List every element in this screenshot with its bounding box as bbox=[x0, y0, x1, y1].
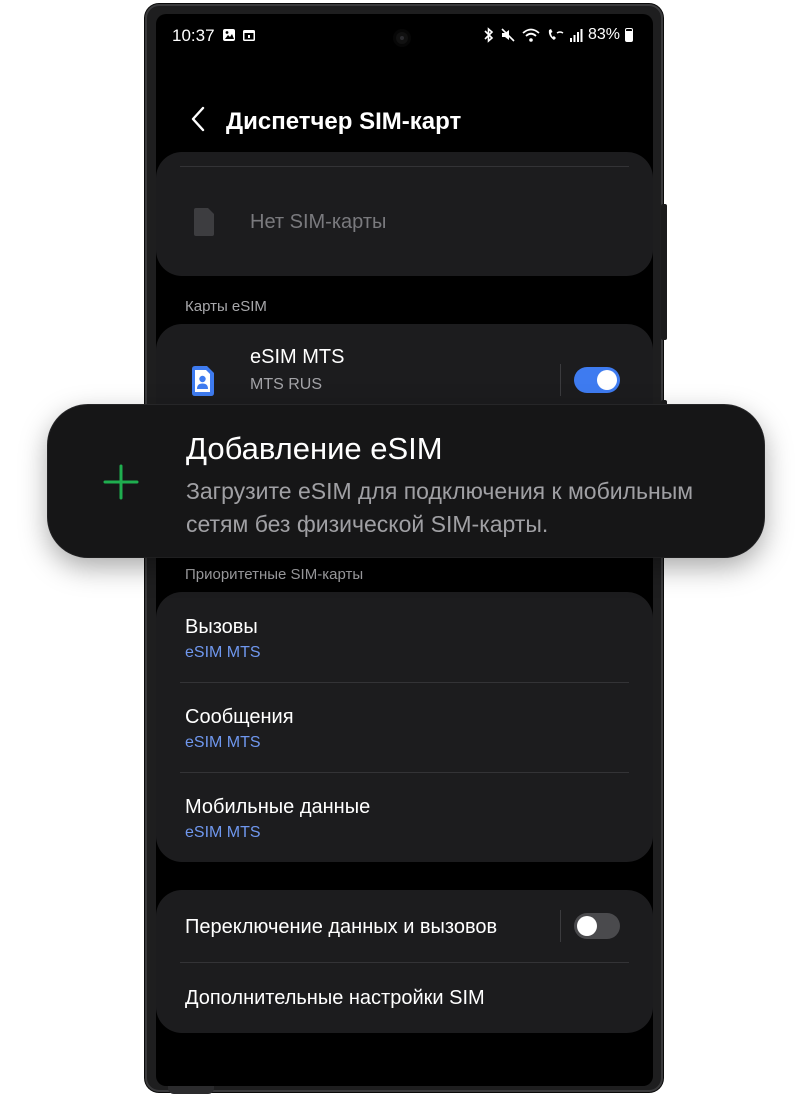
add-esim-popup[interactable]: Добавление eSIM Загрузите eSIM для подкл… bbox=[48, 405, 764, 557]
battery-percent: 83% bbox=[587, 26, 620, 43]
wifi-calling-icon bbox=[548, 29, 564, 40]
priority-section-label: Приоритетные SIM-карты bbox=[185, 566, 364, 583]
signal-icon bbox=[569, 29, 583, 42]
front-camera bbox=[396, 32, 408, 44]
priority-row-title: Вызовы bbox=[185, 616, 258, 638]
wifi-icon bbox=[522, 28, 540, 42]
status-time: 10:37 bbox=[172, 26, 215, 45]
add-esim-description: Загрузите eSIM для подключения к мобильн… bbox=[186, 478, 694, 537]
page-title: Диспетчер SIM-карт bbox=[226, 108, 462, 135]
more-settings-row[interactable]: Дополнительные настройки SIM bbox=[156, 963, 653, 1033]
divider bbox=[180, 166, 629, 167]
back-arrow-icon[interactable] bbox=[184, 104, 214, 134]
battery-icon bbox=[625, 28, 633, 42]
plus-icon bbox=[103, 464, 139, 500]
priority-row-title: Сообщения bbox=[185, 706, 294, 728]
gallery-icon bbox=[223, 29, 235, 41]
mute-icon bbox=[501, 28, 515, 42]
sim-slot-label: Нет SIM-карты bbox=[250, 211, 387, 233]
phone-bottom-edge bbox=[168, 1086, 214, 1094]
data-switch-label: Переключение данных и вызовов bbox=[185, 916, 498, 938]
status-bar: 10:37 83% bbox=[156, 14, 653, 58]
esim-name: eSIM MTS bbox=[250, 346, 345, 368]
app-header: Диспетчер SIM-карт bbox=[156, 96, 653, 146]
priority-row-value: eSIM MTS bbox=[185, 644, 261, 661]
priority-row-value: eSIM MTS bbox=[185, 734, 261, 751]
sim-card-icon bbox=[194, 208, 214, 236]
priority-row-messages[interactable]: Сообщения eSIM MTS bbox=[156, 683, 653, 772]
status-right: 83% bbox=[483, 26, 633, 44]
esim-toggle[interactable] bbox=[574, 367, 620, 393]
extra-settings-card: Переключение данных и вызовов Дополнител… bbox=[156, 890, 653, 1033]
more-settings-label: Дополнительные настройки SIM bbox=[185, 987, 485, 1009]
toggle-separator bbox=[560, 910, 561, 942]
esim-profile-icon bbox=[192, 366, 214, 396]
esim-operator: MTS RUS bbox=[250, 376, 322, 393]
add-esim-title: Добавление eSIM bbox=[186, 431, 443, 466]
priority-card: Вызовы eSIM MTS Сообщения eSIM MTS Мобил… bbox=[156, 592, 653, 862]
data-switch-row[interactable]: Переключение данных и вызовов bbox=[156, 890, 653, 962]
data-switch-toggle[interactable] bbox=[574, 913, 620, 939]
esim-section-label: Карты eSIM bbox=[185, 298, 267, 315]
toggle-knob bbox=[597, 370, 617, 390]
calendar-icon bbox=[243, 30, 255, 41]
toggle-separator bbox=[560, 364, 561, 396]
priority-row-mobile-data[interactable]: Мобильные данные eSIM MTS bbox=[156, 773, 653, 862]
status-left-icons bbox=[222, 28, 256, 42]
priority-row-value: eSIM MTS bbox=[185, 824, 261, 841]
priority-row-calls[interactable]: Вызовы eSIM MTS bbox=[156, 592, 653, 682]
sim-slot-card: Нет SIM-карты bbox=[156, 152, 653, 276]
bluetooth-icon bbox=[484, 27, 494, 43]
power-button bbox=[661, 204, 667, 340]
priority-row-title: Мобильные данные bbox=[185, 796, 371, 818]
toggle-knob bbox=[577, 916, 597, 936]
